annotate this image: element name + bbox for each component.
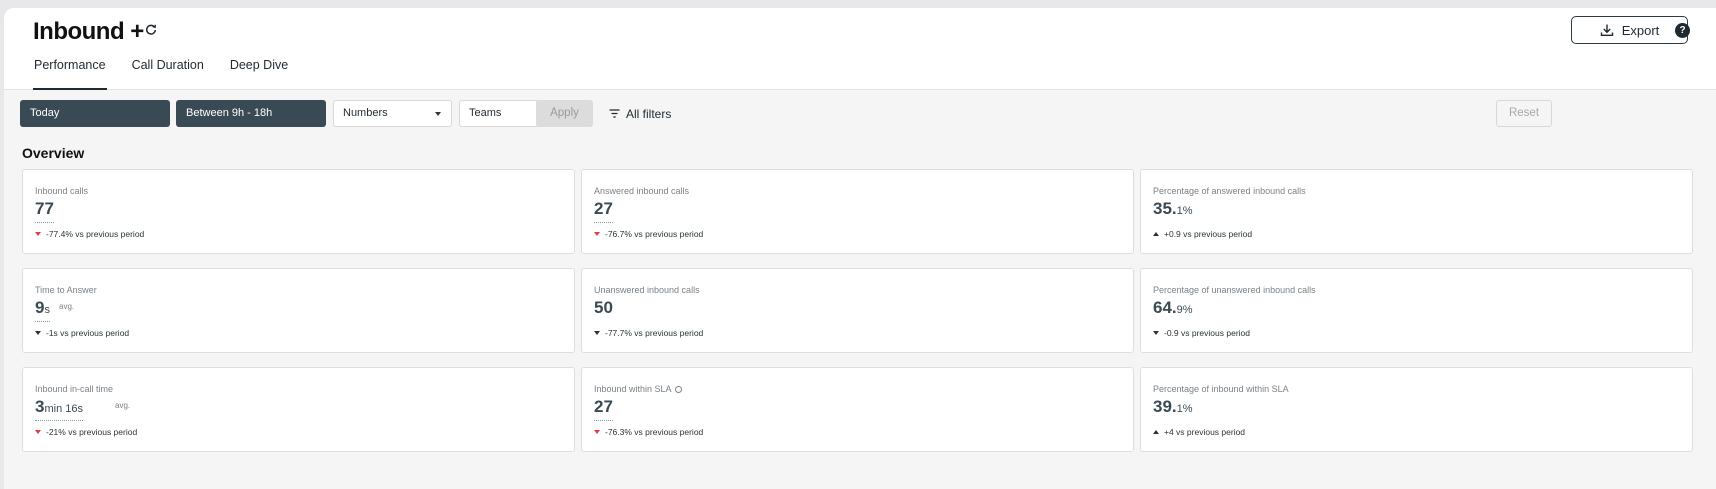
metric-value: 9s [35, 298, 50, 322]
numbers-select-label: Numbers [343, 107, 388, 119]
export-button[interactable]: Export [1571, 16, 1688, 44]
trend-down-icon [1153, 331, 1159, 335]
metric-value: 27 [594, 397, 613, 421]
metric-delta: -77.7% vs previous period [594, 328, 703, 338]
metric-label: Inbound within SLA [594, 384, 682, 394]
trend-down-icon [594, 331, 600, 335]
refresh-icon[interactable] [144, 23, 158, 37]
metric-avg-label: avg. [59, 302, 75, 311]
app-frame: Inbound + Export ? Performance Call Dura… [4, 8, 1716, 489]
metric-card-inbound-calls[interactable]: Inbound calls 77 -77.4% vs previous peri… [22, 169, 575, 254]
trend-down-icon [594, 430, 600, 434]
reset-button[interactable]: Reset [1496, 100, 1552, 127]
metric-card-pct-within-sla[interactable]: Percentage of inbound within SLA 39.1% +… [1140, 367, 1693, 452]
all-filters-button[interactable]: All filters [609, 100, 671, 127]
page-title: Inbound + [33, 18, 144, 45]
metric-delta: -1s vs previous period [35, 328, 129, 338]
trend-down-icon [35, 331, 41, 335]
metric-value: 35.1% [1153, 199, 1193, 218]
metric-card-pct-unanswered[interactable]: Percentage of unanswered inbound calls 6… [1140, 268, 1693, 353]
all-filters-label: All filters [626, 106, 672, 121]
apply-button[interactable]: Apply [536, 100, 593, 127]
metric-label: Time to Answer [35, 285, 97, 295]
trend-up-icon [1153, 232, 1159, 236]
page-header: Inbound + Export ? Performance Call Dura… [4, 8, 1716, 90]
metric-value: 50 [594, 298, 613, 317]
hours-filter[interactable]: Between 9h - 18h [176, 100, 326, 127]
info-icon[interactable] [674, 385, 682, 393]
metric-delta: -0.9 vs previous period [1153, 328, 1250, 338]
export-label: Export [1621, 22, 1660, 38]
filter-bar: Today Between 9h - 18h Numbers Teams App… [20, 100, 1700, 127]
metric-value: 39.1% [1153, 397, 1193, 416]
download-icon [1600, 24, 1613, 36]
metric-value: 64.9% [1153, 298, 1193, 317]
metric-value: 27 [594, 199, 613, 223]
metric-card-pct-answered[interactable]: Percentage of answered inbound calls 35.… [1140, 169, 1693, 254]
metric-delta: -21% vs previous period [35, 427, 137, 437]
metric-delta: -77.4% vs previous period [35, 229, 144, 239]
metric-card-inbound-within-sla[interactable]: Inbound within SLA 27 -76.3% vs previous… [581, 367, 1134, 452]
trend-down-icon [35, 232, 41, 236]
trend-down-icon [35, 430, 41, 434]
help-icon[interactable]: ? [1675, 23, 1690, 38]
tab-deep-dive[interactable]: Deep Dive [229, 56, 289, 90]
metric-delta: -76.3% vs previous period [594, 427, 703, 437]
date-filter[interactable]: Today [20, 100, 170, 127]
metric-value: 3min 16s [35, 397, 83, 421]
tab-performance[interactable]: Performance [33, 56, 107, 90]
metric-label: Inbound calls [35, 186, 89, 196]
metric-card-answered-inbound-calls[interactable]: Answered inbound calls 27 -76.7% vs prev… [581, 169, 1134, 254]
trend-down-icon [594, 232, 600, 236]
metric-label: Inbound in-call time [35, 384, 114, 394]
metric-label: Percentage of inbound within SLA [1153, 384, 1289, 394]
metric-label: Percentage of answered inbound calls [1153, 186, 1306, 196]
teams-select-label: Teams [469, 107, 502, 119]
metric-card-time-to-answer[interactable]: Time to Answer 9s avg. -1s vs previous p… [22, 268, 575, 353]
metric-label: Unanswered inbound calls [594, 285, 700, 295]
metric-card-unanswered-inbound-calls[interactable]: Unanswered inbound calls 50 -77.7% vs pr… [581, 268, 1134, 353]
metric-label: Percentage of unanswered inbound calls [1153, 285, 1316, 295]
tab-call-duration[interactable]: Call Duration [131, 56, 205, 90]
filter-icon [609, 109, 620, 118]
trend-up-icon [1153, 430, 1159, 434]
metric-card-inbound-in-call-time[interactable]: Inbound in-call time 3min 16s avg. -21% … [22, 367, 575, 452]
metric-label: Answered inbound calls [594, 186, 690, 196]
chevron-down-icon [435, 112, 441, 116]
tab-bar: Performance Call Duration Deep Dive [33, 56, 289, 90]
metric-delta: +4 vs previous period [1153, 427, 1245, 437]
metric-value: 77 [35, 199, 54, 223]
overview-title: Overview [22, 145, 85, 161]
metric-avg-label: avg. [115, 401, 131, 410]
numbers-select[interactable]: Numbers [333, 100, 452, 127]
metric-delta: -76.7% vs previous period [594, 229, 703, 239]
metric-delta: +0.9 vs previous period [1153, 229, 1252, 239]
